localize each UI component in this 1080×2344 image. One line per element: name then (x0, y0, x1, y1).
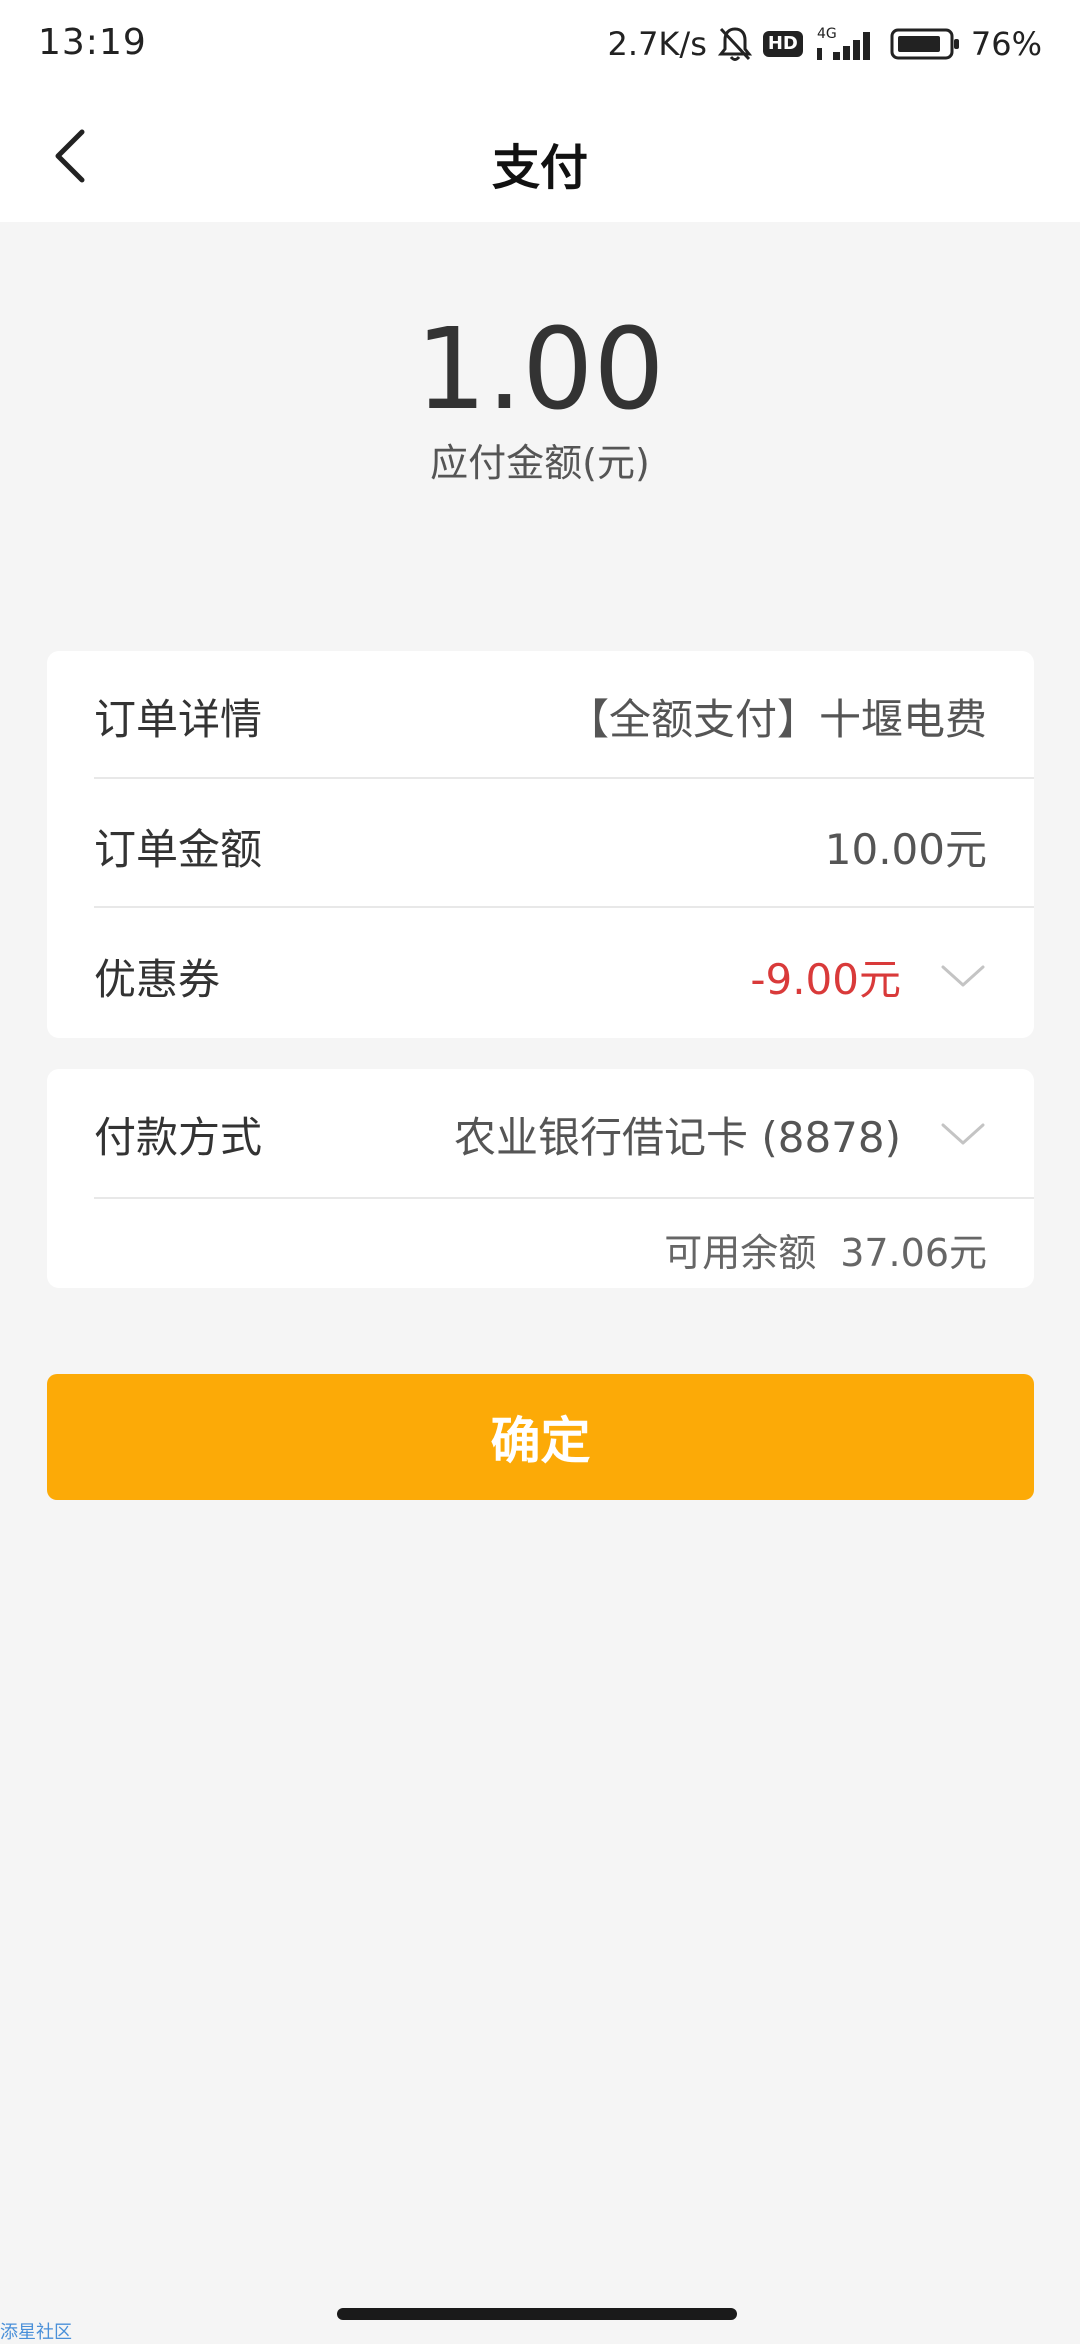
chevron-down-icon[interactable] (939, 1119, 987, 1149)
confirm-button[interactable]: 确定 (47, 1374, 1034, 1500)
hd-badge: HD (762, 31, 803, 57)
payment-card: 付款方式 农业银行借记卡 (8878) 可用余额 37.06元 (47, 1069, 1034, 1288)
battery-level: 76% (970, 25, 1042, 63)
divider (94, 777, 1034, 779)
payable-amount: 1.00 (415, 305, 665, 435)
divider (94, 906, 1034, 908)
payment-method-group: 农业银行借记卡 (8878) (454, 1104, 987, 1165)
coupon-row[interactable]: 优惠券 -9.00元 (94, 941, 987, 1011)
available-balance-label: 可用余额 (664, 1230, 817, 1275)
order-details-label: 订单详情 (94, 694, 263, 744)
status-bar: 13:19 2.7K/s HD 4G 76% (0, 0, 1080, 90)
network-type-label: 4G (817, 26, 837, 42)
available-balance-value: 37.06元 (840, 1230, 987, 1275)
watermark: 添星社区 (0, 2322, 72, 2343)
coupon-label: 优惠券 (94, 954, 221, 1004)
order-amount-label: 订单金额 (94, 824, 263, 874)
order-amount-row: 订单金额 10.00元 (94, 811, 987, 881)
network-speed: 2.7K/s (607, 25, 707, 63)
payment-method-value: 农业银行借记卡 (8878) (453, 1112, 901, 1162)
payment-method-row[interactable]: 付款方式 农业银行借记卡 (8878) (94, 1099, 987, 1169)
available-balance-row: 可用余额 37.06元 (664, 1219, 987, 1279)
coupon-value-group: -9.00元 (750, 946, 987, 1007)
divider (94, 1197, 1034, 1199)
order-amount-value: 10.00元 (824, 824, 987, 874)
home-indicator[interactable] (337, 2308, 737, 2320)
payable-amount-label: 应付金额(元) (430, 441, 650, 485)
page-title: 支付 (491, 140, 588, 196)
status-icons: 2.7K/s HD 4G 76% (608, 20, 1042, 68)
order-card: 订单详情 【全额支付】十堰电费 订单金额 10.00元 优惠券 -9.00元 (47, 651, 1034, 1038)
battery-icon (889, 26, 961, 62)
coupon-value: -9.00元 (750, 954, 901, 1004)
bell-muted-icon (717, 25, 753, 63)
payment-method-label: 付款方式 (94, 1112, 263, 1162)
chevron-down-icon[interactable] (939, 961, 987, 991)
signal-icon: 4G (813, 24, 879, 64)
status-time: 13:19 (38, 22, 147, 63)
order-details-row: 订单详情 【全额支付】十堰电费 (94, 681, 987, 751)
order-details-value: 【全额支付】十堰电费 (566, 694, 987, 744)
nav-bar: 支付 (0, 90, 1080, 222)
